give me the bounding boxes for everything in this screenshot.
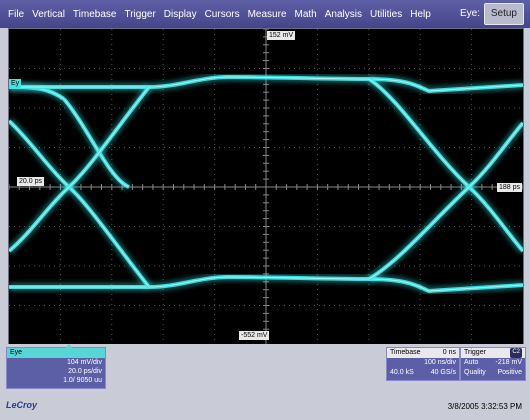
eye-count: 1.0/ 9050 uu <box>63 377 102 384</box>
menu-item-cursors[interactable]: Cursors <box>201 9 244 20</box>
timebase-rate: 100 ns/div <box>424 359 456 366</box>
trigger-channel-badge: C2 <box>510 348 522 358</box>
menu-item-analysis[interactable]: Analysis <box>321 9 366 20</box>
menu-item-display[interactable]: Display <box>160 9 201 20</box>
menu-item-measure[interactable]: Measure <box>244 9 291 20</box>
menu-item-file[interactable]: File <box>4 9 28 20</box>
trigger-slope: Positive <box>497 369 522 376</box>
eye-title: Eye <box>7 348 105 358</box>
waveform-grid[interactable]: 152 mV -552 mV 20.0 ps 188 ps Ey <box>8 28 524 346</box>
trigger-title: Trigger <box>464 349 486 356</box>
timebase-samples: 40.0 kS <box>390 369 414 376</box>
left-time-marker: 20.0 ps <box>17 177 44 186</box>
eye-diagram <box>9 29 523 345</box>
eye-time-per-div: 20.0 ps/div <box>68 368 102 375</box>
trigger-descriptor-box[interactable]: Trigger C2 Auto -218 mV Quality Positive <box>460 347 526 381</box>
menu-item-vertical[interactable]: Vertical <box>28 9 69 20</box>
setup-button[interactable]: Setup <box>483 3 524 25</box>
bottom-voltage-marker: -552 mV <box>239 331 270 340</box>
eye-caret-icon <box>65 344 73 349</box>
menu-item-utilities[interactable]: Utilities <box>366 9 406 20</box>
timestamp: 3/8/2005 3:32:53 PM <box>447 402 522 411</box>
trigger-quality-label: Quality <box>464 369 486 376</box>
menu-item-help[interactable]: Help <box>406 9 435 20</box>
menu-bar: File Vertical Timebase Trigger Display Cursor… <box>0 0 530 28</box>
timebase-sample-rate: 40 GS/s <box>430 369 456 376</box>
lecroy-logo: LeCroy <box>6 400 38 410</box>
right-time-marker: 188 ps <box>497 183 523 192</box>
menu-item-math[interactable]: Math <box>291 9 321 20</box>
eye-volts-per-div: 104 mV/div <box>66 359 102 366</box>
menu-item-timebase[interactable]: Timebase <box>69 9 121 20</box>
eye-descriptor-box[interactable]: Eye 104 mV/div 20.0 ps/div 1.0/ 9050 uu <box>6 344 106 389</box>
timebase-title: Timebase <box>390 349 421 356</box>
trigger-level: -218 mV <box>495 359 522 366</box>
trigger-mode: Auto <box>464 359 479 366</box>
menu-item-trigger[interactable]: Trigger <box>120 9 159 20</box>
timebase-descriptor-box[interactable]: Timebase 0 ns 100 ns/div 40.0 kS 40 GS/s <box>386 347 460 381</box>
mode-label: Eye: <box>459 8 480 19</box>
timebase-delay: 0 ns <box>442 349 456 356</box>
status-panel: Eye 104 mV/div 20.0 ps/div 1.0/ 9050 uu … <box>0 344 530 420</box>
menu-items: File Vertical Timebase Trigger Display Cursor… <box>4 0 435 28</box>
eye-trace-glow <box>366 120 523 283</box>
top-voltage-marker: 152 mV <box>267 31 296 40</box>
channel-level-marker[interactable]: Ey <box>9 79 22 88</box>
